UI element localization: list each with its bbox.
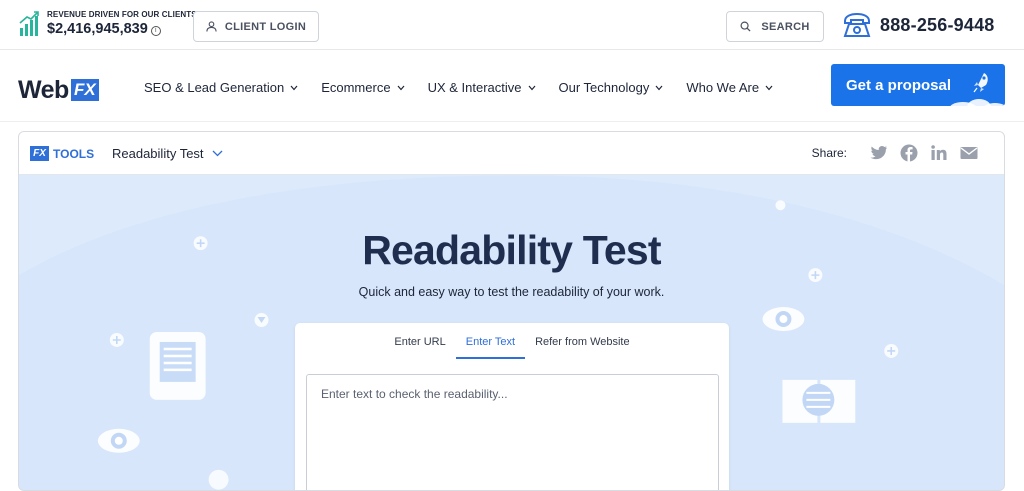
nav-item-who-we-are[interactable]: Who We Are <box>686 80 773 95</box>
fx-badge: FX <box>30 146 49 161</box>
nav-item-label: SEO & Lead Generation <box>144 80 285 95</box>
user-icon <box>206 21 217 32</box>
linkedin-icon[interactable] <box>930 144 948 162</box>
revenue-amount: $2,416,945,839 <box>47 21 148 37</box>
client-login-label: CLIENT LOGIN <box>224 20 307 33</box>
logo-fx-badge: FX <box>70 79 99 101</box>
growth-chart-icon <box>19 11 39 36</box>
nav-item-label: UX & Interactive <box>427 80 522 95</box>
input-mode-tabs: Enter URL Enter Text Refer from Website <box>295 323 729 359</box>
tool-selector-dropdown[interactable]: Readability Test <box>112 146 223 161</box>
chevron-down-icon <box>528 85 535 90</box>
hero-subtitle: Quick and easy way to test the readabili… <box>358 285 665 299</box>
nav-item-ecommerce[interactable]: Ecommerce <box>321 80 405 95</box>
selected-tool-label: Readability Test <box>112 146 204 161</box>
search-button[interactable]: SEARCH <box>726 11 824 42</box>
nav-item-our-technology[interactable]: Our Technology <box>559 80 664 95</box>
nav-item-label: Who We Are <box>686 80 760 95</box>
chevron-down-icon <box>290 85 298 90</box>
telephone-icon <box>843 12 871 37</box>
tab-enter-text[interactable]: Enter Text <box>455 323 526 359</box>
get-proposal-button[interactable]: Get a proposal <box>831 64 1005 106</box>
top-utility-bar: REVENUE DRIVEN FOR OUR CLIENTS $2,416,94… <box>0 0 1024 50</box>
chevron-down-icon <box>212 150 223 157</box>
webfx-logo[interactable]: Web FX <box>18 76 99 104</box>
chevron-down-icon <box>397 85 405 90</box>
readability-tool-panel: FX TOOLS Readability Test Share: Readabi… <box>18 131 1005 491</box>
search-icon <box>740 21 751 32</box>
hero-title: Readability Test <box>362 227 661 273</box>
twitter-icon[interactable] <box>870 144 888 162</box>
cloud-decoration <box>950 99 1005 106</box>
facebook-icon[interactable] <box>900 144 918 162</box>
nav-item-ux-interactive[interactable]: UX & Interactive <box>428 80 536 95</box>
tool-panel-header: FX TOOLS Readability Test Share: <box>19 132 1004 175</box>
search-label: SEARCH <box>761 20 810 33</box>
tab-enter-url[interactable]: Enter URL <box>384 323 455 359</box>
chevron-down-icon <box>655 85 663 90</box>
get-proposal-label: Get a proposal <box>846 76 952 94</box>
nav-item-label: Our Technology <box>558 80 650 95</box>
nav-item-seo-lead-generation[interactable]: SEO & Lead Generation <box>144 80 298 95</box>
fx-tools-link[interactable]: FX TOOLS <box>30 146 94 161</box>
share-bar: Share: <box>812 144 978 162</box>
rocket-icon <box>973 73 988 93</box>
phone-contact[interactable]: 888-256-9448 <box>842 12 995 39</box>
client-login-button[interactable]: CLIENT LOGIN <box>193 11 319 42</box>
text-input-card: Enter URL Enter Text Refer from Website <box>295 323 729 490</box>
phone-number: 888-256-9448 <box>880 15 995 35</box>
logo-web-text: Web <box>18 76 69 104</box>
readability-text-input[interactable] <box>306 374 719 490</box>
nav-item-label: Ecommerce <box>321 80 391 95</box>
revenue-counter: REVENUE DRIVEN FOR OUR CLIENTS $2,416,94… <box>19 11 197 37</box>
tools-label: TOOLS <box>53 146 95 161</box>
nav-menu: SEO & Lead Generation Ecommerce UX & Int… <box>144 80 796 95</box>
chevron-down-icon <box>765 85 773 90</box>
revenue-caption: REVENUE DRIVEN FOR OUR CLIENTS <box>47 10 197 19</box>
share-label: Share: <box>811 146 847 160</box>
tab-refer-from-website[interactable]: Refer from Website <box>525 323 640 359</box>
email-icon[interactable] <box>960 144 978 162</box>
info-icon[interactable]: i <box>150 26 161 36</box>
